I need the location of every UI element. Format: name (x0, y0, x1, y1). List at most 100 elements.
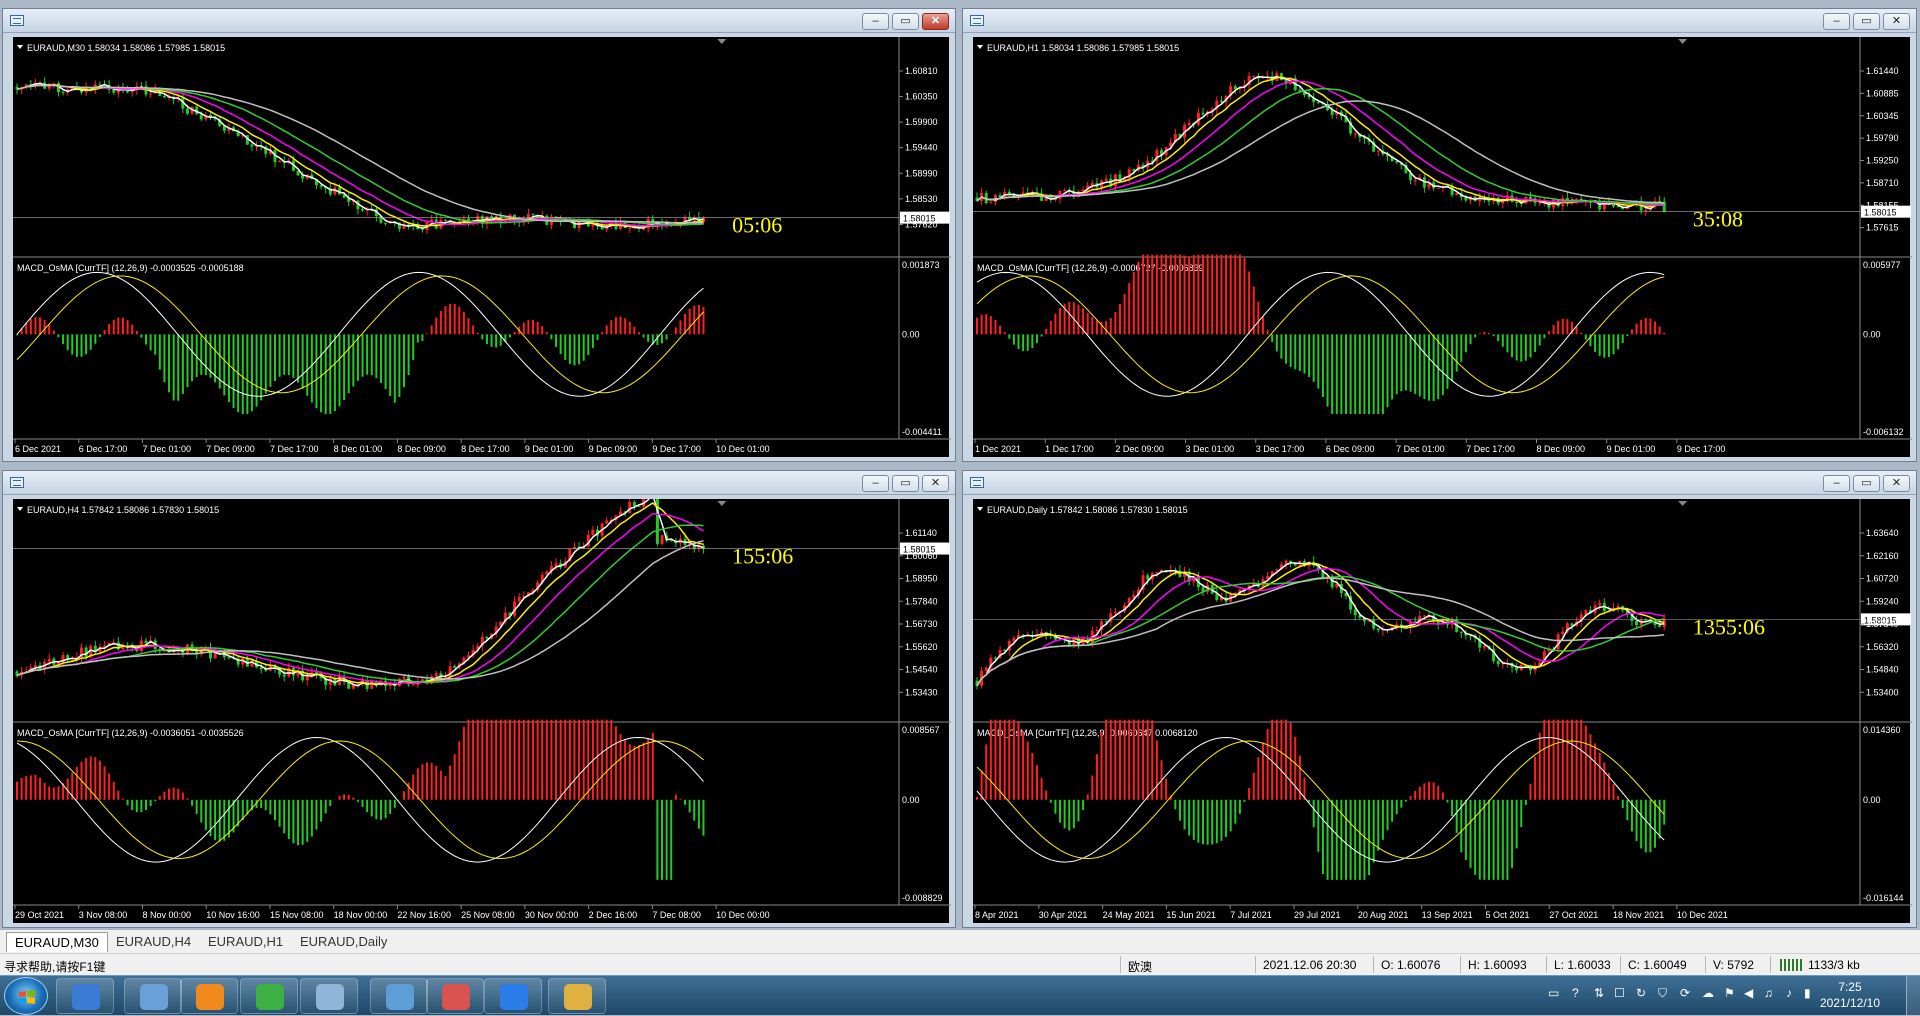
tray-speaker-icon[interactable]: ◀ (1744, 986, 1753, 1000)
minimize-button[interactable]: – (1823, 13, 1850, 30)
macd-histogram-bar (1193, 800, 1195, 840)
window-titlebar[interactable]: –▭✕ (963, 9, 1916, 33)
minimize-icon: – (1824, 476, 1849, 491)
info-dropdown-icon[interactable] (17, 507, 23, 511)
macd-histogram-bar (25, 776, 27, 800)
chart-window-icon (10, 15, 24, 26)
taskbar-button-paint-app[interactable] (426, 978, 484, 1014)
minimize-button[interactable]: – (862, 13, 889, 30)
macd-histogram-bar (1299, 334, 1301, 371)
symbol-info: EURAUD,H4 1.57842 1.58086 1.57830 1.5801… (27, 505, 219, 515)
candle-body (320, 185, 323, 187)
chart-tab[interactable]: EURAUD,Daily (292, 932, 395, 952)
macd-histogram-bar (1663, 800, 1665, 825)
tray-flag-icon[interactable]: ⚑ (1724, 986, 1735, 1000)
tray-arrow-icon[interactable]: ⇅ (1594, 986, 1604, 1000)
macd-histogram-bar (689, 800, 691, 813)
time-tick-label: 8 Dec 17:00 (461, 444, 510, 454)
macd-histogram-bar (606, 325, 608, 334)
tray-shield-icon[interactable]: ⛉ (1658, 986, 1667, 1001)
close-button[interactable]: ✕ (1883, 475, 1910, 492)
macd-histogram-bar (1400, 334, 1402, 391)
macd-histogram-bar (679, 799, 681, 800)
price-tick-label: 1.53430 (905, 687, 938, 697)
maximize-button[interactable]: ▭ (892, 13, 919, 30)
chart-tab[interactable]: EURAUD,M30 (6, 932, 108, 952)
macd-histogram-bar (99, 334, 101, 337)
ma-white-line (977, 563, 1664, 686)
window-titlebar[interactable]: –▭✕ (3, 9, 955, 33)
chart-tab[interactable]: EURAUD,H1 (200, 932, 291, 952)
tray-refresh-icon[interactable]: ↻ (1636, 986, 1646, 1000)
chart-canvas[interactable]: 1.580151355:06EURAUD,Daily 1.57842 1.580… (973, 499, 1910, 923)
macd-histogram-bar (196, 800, 198, 814)
chart-shift-marker[interactable] (1678, 501, 1687, 506)
tray-network-icon[interactable]: ☐ (1614, 986, 1625, 1000)
info-dropdown-icon[interactable] (977, 507, 983, 511)
profile-name[interactable]: 欧澳 (1128, 958, 1152, 975)
connection-bars-icon[interactable] (1780, 959, 1802, 971)
tray-keyboard-icon[interactable]: ▭ (1548, 986, 1559, 1000)
info-dropdown-icon[interactable] (17, 45, 23, 49)
chart-window[interactable]: –▭✕ 1.580151355:06EURAUD,Daily 1.57842 1.… (962, 470, 1917, 928)
candle-body (1529, 197, 1532, 199)
tray-media-icon[interactable]: ♫ (1764, 986, 1773, 1000)
tray-signal-icon[interactable]: ▮ (1804, 986, 1811, 1000)
chart-canvas[interactable]: 1.5801535:08EURAUD,H1 1.58034 1.58086 1.… (973, 37, 1910, 457)
macd-histogram-bar (1368, 334, 1370, 414)
minimize-button[interactable]: – (862, 475, 889, 492)
chart-shift-marker[interactable] (717, 39, 726, 44)
taskbar-button-paper-app[interactable] (300, 978, 358, 1014)
macd-histogram-bar (1220, 255, 1222, 335)
chart-shift-marker[interactable] (717, 501, 726, 506)
chart-window[interactable]: –▭✕ 1.5801535:08EURAUD,H1 1.58034 1.58086… (962, 8, 1917, 462)
candle-body (186, 109, 189, 114)
macd-histogram-bar (1585, 725, 1587, 799)
start-button[interactable] (4, 977, 48, 1015)
taskbar-clock[interactable]: 7:25 2021/12/10 (1820, 979, 1880, 1011)
taskbar-button-wechat-app[interactable] (240, 978, 298, 1014)
chart-tab[interactable]: EURAUD,H4 (108, 932, 199, 952)
window-titlebar[interactable]: –▭✕ (963, 471, 1916, 495)
macd-histogram-bar (108, 774, 110, 800)
chart-canvas[interactable]: 1.5801505:06EURAUD,M30 1.58034 1.58086 1… (13, 37, 949, 457)
taskbar-button-explorer-app[interactable] (548, 978, 606, 1014)
status-volume: V: 5792 (1713, 958, 1754, 972)
show-desktop-button[interactable] (1906, 976, 1920, 1016)
macd-histogram-bar (94, 334, 96, 343)
macd-histogram-bar (1004, 720, 1006, 800)
window-titlebar[interactable]: –▭✕ (3, 471, 955, 495)
macd-histogram-bar (477, 333, 479, 335)
taskbar-button-refresh-app[interactable] (180, 978, 238, 1014)
close-button[interactable]: ✕ (1883, 13, 1910, 30)
maximize-button[interactable]: ▭ (892, 475, 919, 492)
maximize-button[interactable]: ▭ (1853, 13, 1880, 30)
macd-histogram-bar (297, 334, 299, 382)
macd-histogram-bar (1327, 334, 1329, 406)
macd-histogram-bar (1128, 283, 1130, 334)
close-button[interactable]: ✕ (922, 13, 949, 30)
close-button[interactable]: ✕ (922, 475, 949, 492)
macd-histogram-bar (1529, 784, 1531, 800)
tray-help-icon[interactable]: ? (1572, 986, 1579, 1000)
tray-wechat-icon[interactable]: ☁ (1702, 986, 1714, 1000)
macd-histogram-bar (214, 800, 216, 840)
macd-tick-label: 0.001873 (902, 260, 940, 270)
tray-sync-icon[interactable]: ⟳ (1680, 986, 1690, 1000)
macd-histogram-bar (1548, 331, 1550, 334)
chart-canvas[interactable]: 1.58015155:06EURAUD,H4 1.57842 1.58086 1… (13, 499, 949, 923)
taskbar-button-monitor-app[interactable] (56, 978, 114, 1014)
minimize-button[interactable]: – (1823, 475, 1850, 492)
macd-histogram-bar (1437, 786, 1439, 800)
taskbar-button-control-panel-app[interactable] (124, 978, 182, 1014)
chart-window[interactable]: –▭✕ 1.58015155:06EURAUD,H4 1.57842 1.5808… (2, 470, 956, 928)
status-high: H: 1.60093 (1468, 958, 1527, 972)
maximize-button[interactable]: ▭ (1853, 475, 1880, 492)
chart-shift-marker[interactable] (1678, 39, 1687, 44)
tray-volume-icon[interactable]: ♪ (1786, 986, 1792, 1000)
chart-window[interactable]: –▭✕ 1.5801505:06EURAUD,M30 1.58034 1.5808… (2, 8, 956, 462)
macd-histogram-bar (1359, 800, 1361, 880)
taskbar-button-chart-app[interactable] (370, 978, 428, 1014)
taskbar-button-notes-app[interactable] (484, 978, 542, 1014)
info-dropdown-icon[interactable] (977, 45, 983, 49)
